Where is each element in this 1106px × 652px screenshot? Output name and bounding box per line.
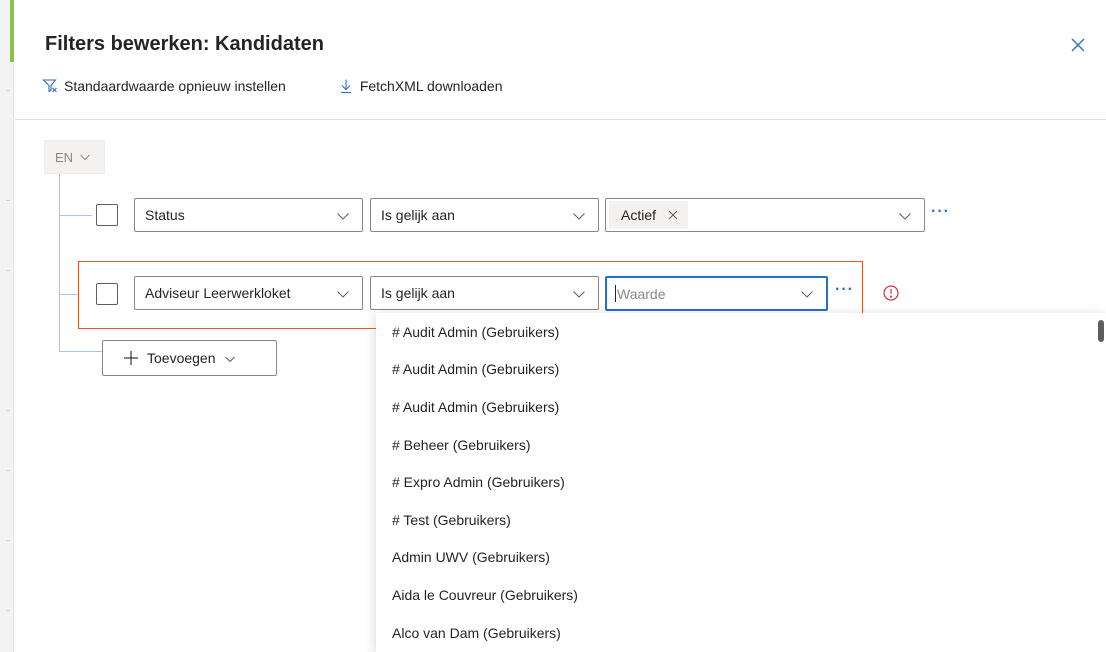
chevron-down-icon: [80, 154, 90, 161]
option-item[interactable]: Alco van Dam (Gebruikers): [376, 614, 1106, 652]
chevron-down-icon[interactable]: [800, 287, 814, 301]
background-tick: [6, 610, 10, 611]
command-bar: Standaardwaarde opnieuw instellen FetchX…: [42, 74, 503, 98]
chevron-down-icon: [572, 287, 586, 301]
field-select[interactable]: Adviseur Leerwerkloket: [134, 276, 363, 310]
operator-select-value: Is gelijk aan: [381, 285, 455, 301]
group-operator-dropdown[interactable]: EN: [44, 140, 105, 174]
field-select-value: Adviseur Leerwerkloket: [145, 285, 291, 301]
operator-select[interactable]: Is gelijk aan: [370, 276, 599, 310]
option-item[interactable]: # Test (Gebruikers): [376, 501, 1106, 539]
download-fetchxml-button[interactable]: FetchXML downloaden: [338, 78, 503, 94]
operator-select[interactable]: Is gelijk aan: [370, 198, 599, 232]
chevron-down-icon: [224, 352, 236, 364]
chevron-down-icon: [898, 209, 912, 223]
background-accent-bar: [10, 0, 14, 62]
error-circle-icon: [882, 284, 900, 302]
filter-clear-icon: [42, 79, 57, 93]
option-item[interactable]: # Audit Admin (Gebruikers): [376, 313, 1106, 351]
operator-select-value: Is gelijk aan: [381, 207, 455, 223]
row-checkbox[interactable]: [96, 283, 118, 305]
chevron-down-icon: [572, 209, 586, 223]
field-select-value: Status: [145, 207, 185, 223]
row-more-button[interactable]: ···: [931, 203, 950, 221]
download-fetchxml-label: FetchXML downloaden: [359, 78, 503, 94]
value-search-input[interactable]: [617, 285, 787, 302]
header-divider: [15, 119, 1106, 120]
tree-line: [59, 351, 102, 352]
chevron-down-icon: [336, 287, 350, 301]
value-tag-label: Actief: [621, 207, 657, 223]
background-tick: [6, 200, 10, 201]
tree-line: [59, 294, 78, 295]
tree-line: [59, 215, 92, 216]
remove-tag-button[interactable]: [668, 210, 678, 220]
value-combobox[interactable]: [605, 276, 828, 311]
chevron-down-icon: [336, 209, 350, 223]
row-checkbox[interactable]: [96, 204, 118, 226]
value-tag: Actief: [609, 201, 689, 229]
add-button-label: Toevoegen: [147, 350, 216, 366]
dialog-title: Filters bewerken: Kandidaten: [45, 33, 324, 55]
option-item[interactable]: # Expro Admin (Gebruikers): [376, 463, 1106, 501]
option-item[interactable]: # Audit Admin (Gebruikers): [376, 388, 1106, 426]
value-select[interactable]: Actief: [605, 198, 925, 232]
background-tick: [6, 410, 10, 411]
option-item[interactable]: Admin UWV (Gebruikers): [376, 539, 1106, 577]
close-button[interactable]: [1067, 34, 1089, 56]
value-options-listbox: # Audit Admin (Gebruikers) # Audit Admin…: [376, 313, 1106, 652]
text-caret: [615, 285, 616, 302]
close-icon: [1071, 38, 1085, 52]
row-more-button[interactable]: ···: [835, 281, 854, 299]
background-tick: [6, 470, 10, 471]
add-button[interactable]: Toevoegen: [102, 340, 277, 376]
field-select[interactable]: Status: [134, 198, 363, 232]
reset-default-label: Standaardwaarde opnieuw instellen: [64, 78, 286, 94]
option-item[interactable]: # Beheer (Gebruikers): [376, 426, 1106, 464]
group-operator-label: EN: [55, 149, 74, 165]
reset-default-button[interactable]: Standaardwaarde opnieuw instellen: [42, 78, 286, 94]
background-tick: [6, 90, 10, 91]
close-icon: [668, 210, 678, 220]
download-icon: [340, 79, 351, 94]
option-item[interactable]: Aida le Couvreur (Gebruikers): [376, 576, 1106, 614]
plus-icon: [123, 350, 139, 366]
background-page-strip: [0, 0, 14, 652]
background-tick: [6, 540, 10, 541]
option-item[interactable]: # Audit Admin (Gebruikers): [376, 351, 1106, 389]
listbox-scrollbar-thumb[interactable]: [1098, 320, 1104, 342]
background-tick: [6, 270, 10, 271]
tree-line: [59, 174, 60, 351]
